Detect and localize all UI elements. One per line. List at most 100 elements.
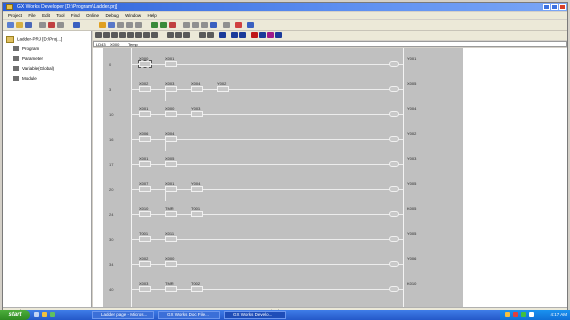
convert-icon[interactable]: [199, 32, 206, 38]
parallel-nc-icon[interactable]: [119, 32, 126, 38]
output-coil[interactable]: [389, 111, 399, 117]
contact-no-icon[interactable]: [95, 32, 102, 38]
output-coil[interactable]: [389, 61, 399, 67]
compile-icon[interactable]: [108, 22, 115, 28]
statement-icon[interactable]: [231, 32, 238, 38]
menu-help[interactable]: Help: [148, 12, 157, 19]
contact[interactable]: [138, 60, 152, 68]
contact[interactable]: [165, 161, 177, 167]
ladder-diagram[interactable]: 0 X000 X001 Y001 3 X002 X003 X004 Y002 X005 10 X001…: [103, 48, 463, 307]
batch-icon[interactable]: [201, 22, 208, 28]
contact[interactable]: [191, 86, 203, 92]
note-icon[interactable]: [239, 32, 246, 38]
contact[interactable]: [139, 186, 151, 192]
contact[interactable]: [165, 136, 177, 142]
contact[interactable]: [165, 261, 177, 267]
output-coil[interactable]: [389, 161, 399, 167]
read-icon[interactable]: [160, 22, 167, 28]
open-icon[interactable]: [16, 22, 23, 28]
contact[interactable]: [139, 161, 151, 167]
quicklaunch-media-icon[interactable]: [50, 312, 55, 317]
contact[interactable]: [165, 111, 177, 117]
quicklaunch-ie-icon[interactable]: [34, 312, 39, 317]
contact[interactable]: [139, 136, 151, 142]
new-icon[interactable]: [7, 22, 14, 28]
device-view-icon[interactable]: [251, 32, 258, 38]
tray-icon-4[interactable]: [529, 312, 534, 317]
info-icon[interactable]: [247, 22, 254, 28]
contact[interactable]: [165, 236, 177, 242]
contact-nc-icon[interactable]: [103, 32, 110, 38]
menu-edit[interactable]: Edit: [42, 12, 50, 19]
task-gx-works[interactable]: GX Works Develo...: [224, 311, 286, 319]
help-icon[interactable]: [223, 22, 230, 28]
verify-icon[interactable]: [169, 22, 176, 28]
start-button[interactable]: start: [0, 310, 30, 320]
menu-debug[interactable]: Debug: [105, 12, 118, 19]
quicklaunch-folder-icon[interactable]: [42, 312, 47, 317]
contact[interactable]: [165, 211, 177, 217]
device-icon[interactable]: [183, 22, 190, 28]
copy-icon[interactable]: [48, 22, 55, 28]
step-icon[interactable]: [126, 22, 133, 28]
write-icon[interactable]: [151, 22, 158, 28]
run-icon[interactable]: [135, 22, 142, 28]
contact[interactable]: [217, 86, 229, 92]
contact[interactable]: [165, 186, 177, 192]
contact[interactable]: [191, 111, 203, 117]
device-field[interactable]: X000: [110, 42, 119, 47]
paste-icon[interactable]: [57, 22, 64, 28]
cut-icon[interactable]: [39, 22, 46, 28]
output-coil[interactable]: [389, 261, 399, 267]
zoom-icon[interactable]: [207, 32, 214, 38]
stop-icon[interactable]: [235, 22, 242, 28]
contact[interactable]: [139, 286, 151, 292]
menu-project[interactable]: Project: [8, 12, 22, 19]
contact[interactable]: [191, 186, 203, 192]
maximize-button[interactable]: [551, 4, 558, 10]
contact[interactable]: [165, 86, 177, 92]
menu-file[interactable]: File: [28, 12, 35, 19]
tree-root[interactable]: Ladder-PRJ [D:\Proj...]: [6, 36, 62, 43]
tray-icon-1[interactable]: [505, 312, 510, 317]
contact[interactable]: [139, 86, 151, 92]
tray-icon-3[interactable]: [521, 312, 526, 317]
close-button[interactable]: [559, 4, 566, 10]
program-icon[interactable]: [99, 22, 106, 28]
menu-window[interactable]: Window: [125, 12, 141, 19]
ladder-editor[interactable]: 0 X000 X001 Y001 3 X002 X003 X004 Y002 X005 10 X001…: [93, 48, 567, 307]
instruction-icon[interactable]: [135, 32, 142, 38]
output-coil[interactable]: [389, 186, 399, 192]
comment-field[interactable]: Temp: [128, 42, 138, 47]
minimize-button[interactable]: [543, 4, 550, 10]
tree-item-program[interactable]: Program: [13, 46, 39, 52]
list-icon[interactable]: [210, 22, 217, 28]
menu-online[interactable]: Online: [86, 12, 99, 19]
list-view-icon[interactable]: [267, 32, 274, 38]
output-coil[interactable]: [389, 211, 399, 217]
vline-icon[interactable]: [151, 32, 158, 38]
menu-find[interactable]: Find: [71, 12, 80, 19]
contact[interactable]: [139, 236, 151, 242]
rising-edge-icon[interactable]: [167, 32, 174, 38]
save-icon[interactable]: [25, 22, 32, 28]
output-coil[interactable]: [389, 136, 399, 142]
tray-icon-2[interactable]: [513, 312, 518, 317]
sfc-icon[interactable]: [275, 32, 282, 38]
step-field[interactable]: LD43: [96, 42, 106, 47]
contact[interactable]: [139, 111, 151, 117]
comment-icon[interactable]: [219, 32, 226, 38]
tree-item-module[interactable]: Module: [13, 76, 37, 82]
contact[interactable]: [139, 261, 151, 267]
falling-edge-icon[interactable]: [175, 32, 182, 38]
invert-icon[interactable]: [183, 32, 190, 38]
undo-icon[interactable]: [73, 22, 80, 28]
ladder-view-icon[interactable]: [259, 32, 266, 38]
contact[interactable]: [139, 211, 151, 217]
contact[interactable]: [191, 286, 203, 292]
task-ladder-page[interactable]: Ladder page - Micros...: [92, 311, 154, 319]
contact[interactable]: [165, 61, 177, 67]
tree-item-parameter[interactable]: Parameter: [13, 56, 43, 62]
contact[interactable]: [165, 286, 177, 292]
task-gx-doc[interactable]: GX Works Doc File...: [158, 311, 220, 319]
